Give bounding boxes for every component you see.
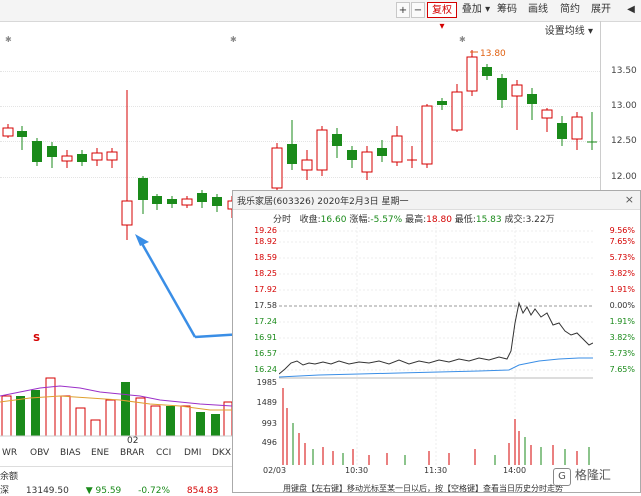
y-tick: 12.00 <box>611 172 637 182</box>
price-tick: 17.24 <box>254 317 277 326</box>
watermark-text: 格隆汇 <box>574 468 611 482</box>
intraday-popup: 我乐家居(603326) 2020年2月3日 星期一 × 分时 收盘:16.60… <box>232 190 641 493</box>
marker-icon: ✱ <box>230 35 237 44</box>
tab-brar[interactable]: BRAR <box>120 448 144 458</box>
volume-tick: 1489 <box>256 398 277 407</box>
y-tick: 12.50 <box>611 136 637 146</box>
pct-tick: 3.82% <box>609 269 635 278</box>
index-change: 95.59 <box>95 486 122 496</box>
tab-cci[interactable]: CCI <box>156 448 171 458</box>
index-name: 深 <box>0 486 10 496</box>
price-tick: 18.92 <box>254 237 277 246</box>
index-row: 深 13149.50 ▼ 95.59 -0.72% 854.83 <box>0 483 218 496</box>
price-tick: 17.58 <box>254 301 277 310</box>
high-label: 13.80 <box>480 49 506 59</box>
indicator-tabs: WR OBV BIAS ENE BRAR CCI DMI DKX <box>0 448 234 463</box>
candles-upper-right <box>271 50 597 192</box>
pct-tick: 5.73% <box>609 253 635 262</box>
tab-dkx[interactable]: DKX <box>212 448 231 458</box>
popup-footer-hint: 用键盘【左右键】移动光标至某一日以后，按【空格键】查看当日历史分时走势 <box>283 484 563 493</box>
y-tick: 13.50 <box>611 66 637 76</box>
y-tick: 13.00 <box>611 101 637 111</box>
pct-tick: 1.91% <box>609 317 635 326</box>
pct-tick: 5.73% <box>609 349 635 358</box>
pct-tick: 7.65% <box>609 237 635 246</box>
price-tick: 19.26 <box>254 226 277 235</box>
pct-tick: 0.00% <box>609 301 635 310</box>
time-tick: 11:30 <box>424 466 448 475</box>
tab-dmi[interactable]: DMI <box>184 448 201 458</box>
volume-tick: 993 <box>261 419 277 428</box>
watermark-icon: G <box>553 468 571 486</box>
close-icon[interactable]: × <box>625 193 634 206</box>
popup-title: 我乐家居(603326) 2020年2月3日 星期一 <box>237 197 409 207</box>
popup-titlebar: 我乐家居(603326) 2020年2月3日 星期一 × <box>233 191 640 210</box>
price-tick: 18.25 <box>254 269 277 278</box>
time-tick: 02/03 <box>263 466 287 475</box>
price-tick: 17.92 <box>254 285 277 294</box>
s-marker: S <box>33 333 40 344</box>
volume-tick: 1985 <box>256 378 277 387</box>
pct-tick: 7.65% <box>609 365 635 374</box>
tab-obv[interactable]: OBV <box>30 448 49 458</box>
intraday-chart <box>279 223 593 465</box>
marker-icon: ✱ <box>459 35 466 44</box>
candles <box>2 90 235 240</box>
index-amount: 854.83 <box>186 486 219 496</box>
watermark-logo: G 格隆汇 <box>553 466 639 488</box>
index-value: 13149.50 <box>25 486 69 496</box>
collapse-arrow-icon[interactable]: ◀ <box>625 2 637 18</box>
index-pct: -0.72% <box>138 486 170 496</box>
tab-wr[interactable]: WR <box>2 448 17 458</box>
price-tick: 16.57 <box>254 349 277 358</box>
marker-icon: ✱ <box>5 35 12 44</box>
pct-tick: 3.82% <box>609 333 635 342</box>
price-tick: 16.91 <box>254 333 277 342</box>
pct-tick: 1.91% <box>609 285 635 294</box>
time-tick: 14:00 <box>503 466 527 475</box>
price-tick: 18.59 <box>254 253 277 262</box>
pct-tick: 9.56% <box>609 226 635 235</box>
market-bar: 余额 深 13149.50 ▼ 95.59 -0.72% 854.83 <box>0 466 234 496</box>
balance-label: 余额 <box>0 472 19 482</box>
down-arrow-icon: ▼ <box>85 486 93 496</box>
volume-bars <box>1 377 233 437</box>
volume-tick: 496 <box>261 438 277 447</box>
price-tick: 16.24 <box>254 365 277 374</box>
time-tick: 10:30 <box>345 466 369 475</box>
tab-bias[interactable]: BIAS <box>60 448 81 458</box>
date-label: 02 <box>127 436 139 446</box>
tab-ene[interactable]: ENE <box>91 448 109 458</box>
y-axis-divider <box>600 21 601 191</box>
